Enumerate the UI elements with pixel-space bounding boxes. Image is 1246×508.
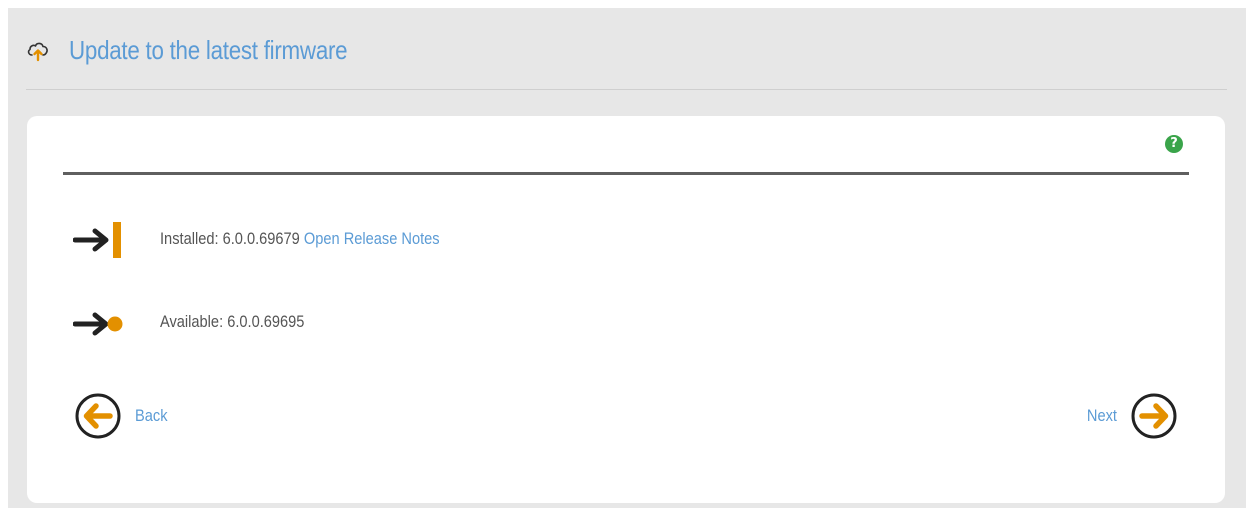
- help-icon[interactable]: ?: [1165, 135, 1183, 153]
- available-row: Available: 6.0.0.69695: [27, 312, 1225, 352]
- back-label[interactable]: Back: [135, 406, 168, 426]
- installed-row: Installed: 6.0.0.69679 Open Release Note…: [27, 219, 1225, 259]
- cloud-upload-icon: [27, 42, 48, 62]
- installed-arrow-bar-icon: [73, 222, 121, 258]
- page-title: Update to the latest firmware: [69, 35, 348, 65]
- arrow-right-circle-icon[interactable]: [1131, 393, 1177, 439]
- app-frame: Update to the latest firmware ? Installe…: [8, 8, 1246, 508]
- release-notes-link[interactable]: Open Release Notes: [304, 229, 440, 248]
- available-version-label: Available: 6.0.0.69695: [160, 312, 305, 331]
- next-label[interactable]: Next: [1087, 406, 1117, 426]
- header-divider: [26, 89, 1227, 90]
- available-arrow-dot-icon: [73, 312, 123, 336]
- installed-version-label: Installed: 6.0.0.69679: [160, 229, 300, 248]
- card-divider: [63, 172, 1189, 175]
- page-header: Update to the latest firmware: [8, 8, 1246, 90]
- arrow-left-circle-icon[interactable]: [75, 393, 121, 439]
- installed-version-text: Installed: 6.0.0.69679 Open Release Note…: [160, 229, 440, 249]
- firmware-card: ? Installed: 6.0.0.69679 Open Release No…: [27, 116, 1225, 503]
